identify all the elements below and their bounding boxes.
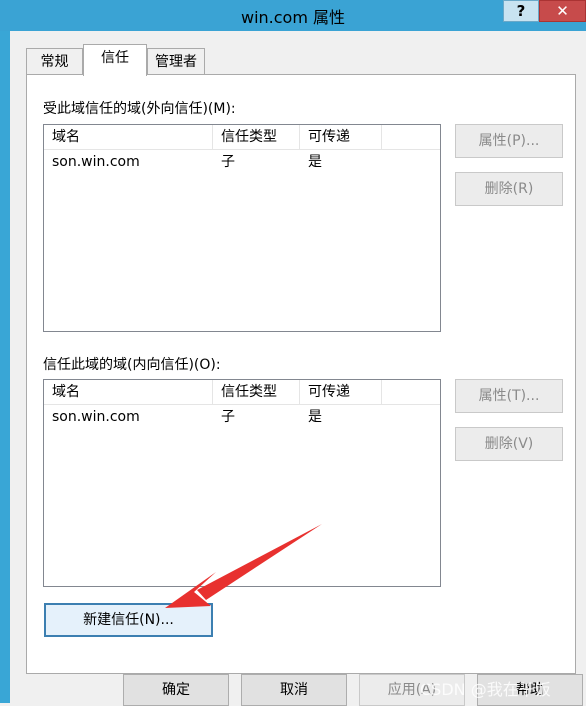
incoming-remove-button[interactable]: 删除(V) [455,427,563,461]
row-trust-type: 子 [221,154,235,170]
tab-managed-by[interactable]: 管理者 [147,48,205,75]
outgoing-trusts-label: 受此域信任的域(外向信任)(M): [43,101,236,117]
column-header-transitive[interactable]: 可传递 [300,125,382,149]
column-header-transitive[interactable]: 可传递 [300,380,382,404]
window-title: win.com 属性 [240,8,346,27]
column-header-domain[interactable]: 域名 [44,125,213,149]
outgoing-trusts-list[interactable]: 域名 信任类型 可传递 son.win.com 子 是 [43,124,441,332]
row-transitive: 是 [308,154,322,170]
incoming-trusts-list[interactable]: 域名 信任类型 可传递 son.win.com 子 是 [43,379,441,587]
ok-button[interactable]: 确定 [123,674,229,706]
row-domain: son.win.com [52,154,140,170]
close-icon: ✕ [556,2,569,20]
title-bar[interactable]: win.com 属性 ? ✕ [0,0,586,31]
table-row[interactable]: son.win.com 子 是 [44,151,440,173]
incoming-properties-button[interactable]: 属性(T)... [455,379,563,413]
tab-general[interactable]: 常规 [26,48,83,75]
new-trust-button[interactable]: 新建信任(N)... [44,603,213,637]
column-header-trust-type[interactable]: 信任类型 [213,125,300,149]
outgoing-remove-button[interactable]: 删除(R) [455,172,563,206]
row-transitive: 是 [308,409,322,425]
list-header: 域名 信任类型 可传递 [44,380,440,405]
list-header: 域名 信任类型 可传递 [44,125,440,150]
cancel-button[interactable]: 取消 [241,674,347,706]
column-header-trust-type[interactable]: 信任类型 [213,380,300,404]
column-header-domain[interactable]: 域名 [44,380,213,404]
close-button[interactable]: ✕ [539,0,586,22]
watermark: CSDN @我在干饭 [420,680,551,699]
row-domain: son.win.com [52,409,140,425]
table-row[interactable]: son.win.com 子 是 [44,406,440,428]
row-trust-type: 子 [221,409,235,425]
outgoing-properties-button[interactable]: 属性(P)... [455,124,563,158]
window-frame-left [0,0,10,703]
tab-trust[interactable]: 信任 [83,44,147,76]
help-button[interactable]: ? [503,0,539,22]
incoming-trusts-label: 信任此域的域(内向信任)(O): [43,357,221,373]
